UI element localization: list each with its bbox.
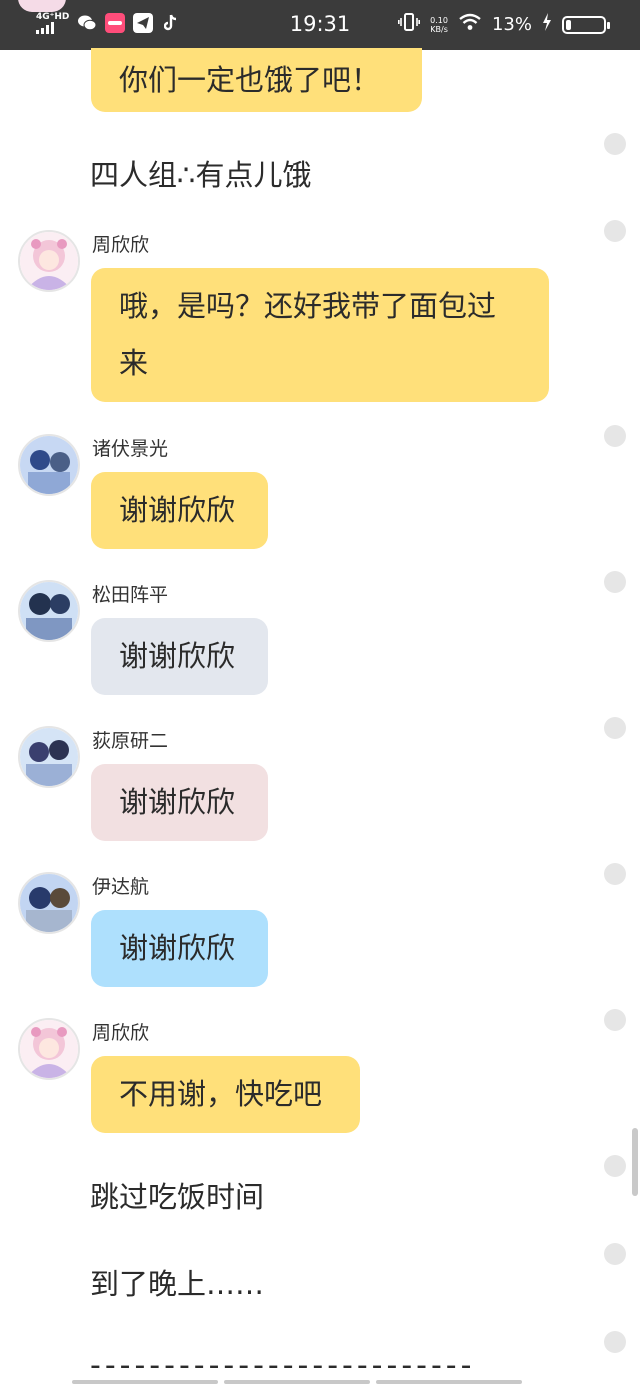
select-radio[interactable] <box>604 220 626 242</box>
select-radio[interactable] <box>604 133 626 155</box>
avatar <box>18 726 80 788</box>
wifi-icon <box>458 13 482 36</box>
sender-name: 周欣欣 <box>92 234 150 256</box>
avatar <box>18 230 80 292</box>
avatar <box>18 434 80 496</box>
sender-name: 诸伏景光 <box>92 438 169 460</box>
select-radio[interactable] <box>604 1155 626 1177</box>
avatar <box>18 580 80 642</box>
narration-text: 四人组∴有点儿饿 <box>90 158 312 192</box>
battery-icon <box>562 15 610 34</box>
select-radio[interactable] <box>604 571 626 593</box>
message-bubble: 你们一定也饿了吧！ <box>91 48 422 112</box>
select-radio[interactable] <box>604 717 626 739</box>
sender-name: 伊达航 <box>92 876 150 898</box>
avatar <box>18 0 66 12</box>
message-bubble: 哦，是吗？还好我带了面包过 来 <box>91 268 549 402</box>
scrollbar[interactable] <box>632 1128 638 1196</box>
network-speed: 0.10 KB/s <box>430 16 448 34</box>
speed-unit: KB/s <box>430 24 448 34</box>
sender-name: 荻原研二 <box>92 730 169 752</box>
battery-percent: 13% <box>491 14 532 35</box>
message-bubble: 谢谢欣欣 <box>91 618 268 695</box>
vibrate-icon <box>398 13 421 36</box>
speed-value: 0.10 <box>430 15 448 25</box>
status-bar: 4G⁺HD 19:31 0.10 KB/s 13% <box>0 0 640 50</box>
select-radio[interactable] <box>604 863 626 885</box>
indicator-bar <box>72 1380 218 1384</box>
narration-text: 跳过吃饭时间 <box>90 1180 265 1214</box>
bottom-indicators <box>72 1380 522 1384</box>
divider-line: -------------------------- <box>90 1348 476 1383</box>
indicator-bar <box>224 1380 370 1384</box>
select-radio[interactable] <box>604 1243 626 1265</box>
indicator-bar <box>376 1380 522 1384</box>
avatar <box>18 872 80 934</box>
select-radio[interactable] <box>604 425 626 447</box>
sender-name: 周欣欣 <box>92 1022 150 1044</box>
status-right: 0.10 KB/s 13% <box>398 13 610 36</box>
battery-fill <box>566 19 571 30</box>
message-bubble: 谢谢欣欣 <box>91 472 268 549</box>
select-radio[interactable] <box>604 1009 626 1031</box>
charging-icon <box>542 13 552 36</box>
message-bubble: 谢谢欣欣 <box>91 764 268 841</box>
message-bubble: 不用谢，快吃吧 <box>91 1056 360 1133</box>
sender-name: 松田阵平 <box>92 584 169 606</box>
select-radio[interactable] <box>604 1331 626 1353</box>
narration-text: 到了晚上…… <box>90 1267 265 1301</box>
message-bubble: 谢谢欣欣 <box>91 910 268 987</box>
avatar <box>18 1018 80 1080</box>
